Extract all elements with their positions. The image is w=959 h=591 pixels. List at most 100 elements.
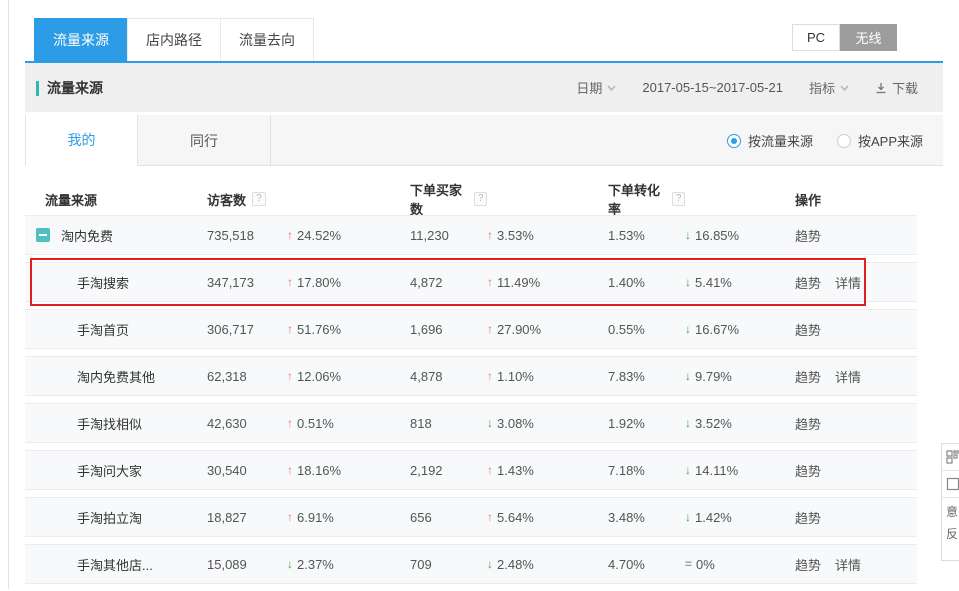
qr-code-icon bbox=[946, 450, 959, 464]
device-button-无线[interactable]: 无线 bbox=[840, 24, 897, 51]
buyers-value: 818 bbox=[410, 416, 487, 431]
visitors-change: ↓2.37% bbox=[287, 557, 410, 572]
help-icon[interactable]: ? bbox=[672, 192, 685, 206]
section-controls: 日期 2017-05-15~2017-05-21 指标 下载 bbox=[576, 63, 918, 112]
col-header-action: 操作 bbox=[795, 190, 917, 209]
table-row: 手淘搜索347,173↑17.80%4,872↑11.49%1.40%↓5.41… bbox=[25, 262, 917, 302]
detail-link[interactable]: 详情 bbox=[835, 367, 861, 386]
conversion-value: 1.40% bbox=[608, 275, 685, 290]
conversion-change-value: 9.79% bbox=[695, 369, 732, 384]
radio-dot-icon bbox=[837, 134, 851, 148]
conversion-change: ↓14.11% bbox=[685, 463, 795, 478]
buyers-change: ↑5.64% bbox=[487, 510, 608, 525]
conversion-change: ↓1.42% bbox=[685, 510, 795, 525]
visitors-change: ↑18.16% bbox=[287, 463, 410, 478]
main-tab-店内路径[interactable]: 店内路径 bbox=[127, 18, 221, 61]
source-name: 淘内免费 bbox=[61, 226, 113, 245]
buyers-change-value: 1.43% bbox=[497, 463, 534, 478]
widget-divider bbox=[942, 497, 959, 498]
table-row: 手淘首页306,717↑51.76%1,696↑27.90%0.55%↓16.6… bbox=[25, 309, 917, 349]
visitors-change-value: 18.16% bbox=[297, 463, 341, 478]
trend-link[interactable]: 趋势 bbox=[795, 508, 821, 527]
conversion-change: ↓5.41% bbox=[685, 275, 795, 290]
radio-按APP来源[interactable]: 按APP来源 bbox=[837, 131, 923, 150]
trend-link[interactable]: 趋势 bbox=[795, 461, 821, 480]
down-arrow-icon: ↓ bbox=[685, 228, 691, 242]
visitors-change-value: 2.37% bbox=[297, 557, 334, 572]
source-name: 手淘找相似 bbox=[77, 414, 142, 433]
buyers-change: ↑27.90% bbox=[487, 322, 608, 337]
download-button[interactable]: 下载 bbox=[875, 78, 918, 97]
table-row: 手淘找相似42,630↑0.51%818↓3.08%1.92%↓3.52%趋势 bbox=[25, 403, 917, 443]
up-arrow-icon: ↑ bbox=[487, 510, 493, 524]
source-name: 手淘首页 bbox=[77, 320, 129, 339]
buyers-change: ↓3.08% bbox=[487, 416, 608, 431]
action-cell: 趋势详情 bbox=[795, 367, 917, 386]
action-cell: 趋势 bbox=[795, 508, 917, 527]
source-name-cell: 手淘其他店... bbox=[25, 555, 207, 574]
conversion-value: 4.70% bbox=[608, 557, 685, 572]
date-dropdown[interactable]: 日期 bbox=[576, 78, 616, 97]
up-arrow-icon: ↑ bbox=[287, 322, 293, 336]
visitors-value: 15,089 bbox=[207, 557, 287, 572]
help-icon[interactable]: ? bbox=[252, 192, 266, 206]
main-tabs: 流量来源店内路径流量去向 bbox=[35, 18, 314, 61]
feedback-side-widget[interactable]: 意 反 bbox=[941, 443, 959, 561]
download-icon bbox=[875, 82, 887, 94]
view-tab-同行[interactable]: 同行 bbox=[138, 115, 271, 166]
source-radio-group: 按流量来源 按APP来源 bbox=[727, 115, 923, 166]
section-header: 流量来源 日期 2017-05-15~2017-05-21 指标 下载 bbox=[25, 63, 943, 112]
up-arrow-icon: ↑ bbox=[287, 510, 293, 524]
help-icon[interactable]: ? bbox=[474, 192, 487, 206]
action-cell: 趋势 bbox=[795, 226, 917, 245]
visitors-change-value: 17.80% bbox=[297, 275, 341, 290]
conversion-change: ↓16.67% bbox=[685, 322, 795, 337]
buyers-value: 4,872 bbox=[410, 275, 487, 290]
up-arrow-icon: ↑ bbox=[287, 228, 293, 242]
trend-link[interactable]: 趋势 bbox=[795, 414, 821, 433]
trend-link[interactable]: 趋势 bbox=[795, 320, 821, 339]
radio-按流量来源[interactable]: 按流量来源 bbox=[727, 131, 813, 150]
source-name: 手淘其他店... bbox=[77, 555, 153, 574]
visitors-change-value: 24.52% bbox=[297, 228, 341, 243]
source-name: 手淘拍立淘 bbox=[77, 508, 142, 527]
conversion-change-value: 1.42% bbox=[695, 510, 732, 525]
source-name-cell: 淘内免费 bbox=[25, 226, 207, 245]
up-arrow-icon: ↑ bbox=[487, 463, 493, 477]
main-tab-流量来源[interactable]: 流量来源 bbox=[34, 18, 128, 61]
detail-link[interactable]: 详情 bbox=[835, 555, 861, 574]
main-tab-流量去向[interactable]: 流量去向 bbox=[220, 18, 314, 61]
conversion-change: ↓9.79% bbox=[685, 369, 795, 384]
document-icon bbox=[946, 477, 959, 491]
view-tab-我的[interactable]: 我的 bbox=[25, 115, 138, 166]
buyers-change-value: 1.10% bbox=[497, 369, 534, 384]
source-name-cell: 手淘问大家 bbox=[25, 461, 207, 480]
trend-link[interactable]: 趋势 bbox=[795, 367, 821, 386]
metrics-dropdown[interactable]: 指标 bbox=[809, 78, 849, 97]
conversion-value: 7.83% bbox=[608, 369, 685, 384]
down-arrow-icon: ↓ bbox=[685, 322, 691, 336]
source-name-cell: 手淘找相似 bbox=[25, 414, 207, 433]
device-button-PC[interactable]: PC bbox=[792, 24, 840, 51]
chevron-down-icon bbox=[840, 85, 849, 91]
visitors-value: 42,630 bbox=[207, 416, 287, 431]
action-cell: 趋势 bbox=[795, 414, 917, 433]
buyers-change-value: 3.53% bbox=[497, 228, 534, 243]
collapse-toggle-icon[interactable] bbox=[36, 228, 50, 242]
detail-link[interactable]: 详情 bbox=[835, 273, 861, 292]
buyers-change-value: 27.90% bbox=[497, 322, 541, 337]
visitors-value: 62,318 bbox=[207, 369, 287, 384]
trend-link[interactable]: 趋势 bbox=[795, 226, 821, 245]
radio-label: 按APP来源 bbox=[858, 131, 923, 150]
visitors-change: ↑0.51% bbox=[287, 416, 410, 431]
visitors-change: ↑6.91% bbox=[287, 510, 410, 525]
buyers-change: ↑1.10% bbox=[487, 369, 608, 384]
trend-link[interactable]: 趋势 bbox=[795, 555, 821, 574]
chevron-down-icon bbox=[607, 85, 616, 91]
buyers-value: 656 bbox=[410, 510, 487, 525]
source-name-cell: 淘内免费其他 bbox=[25, 367, 207, 386]
source-name: 淘内免费其他 bbox=[77, 367, 155, 386]
action-cell: 趋势详情 bbox=[795, 273, 917, 292]
up-arrow-icon: ↑ bbox=[287, 275, 293, 289]
trend-link[interactable]: 趋势 bbox=[795, 273, 821, 292]
